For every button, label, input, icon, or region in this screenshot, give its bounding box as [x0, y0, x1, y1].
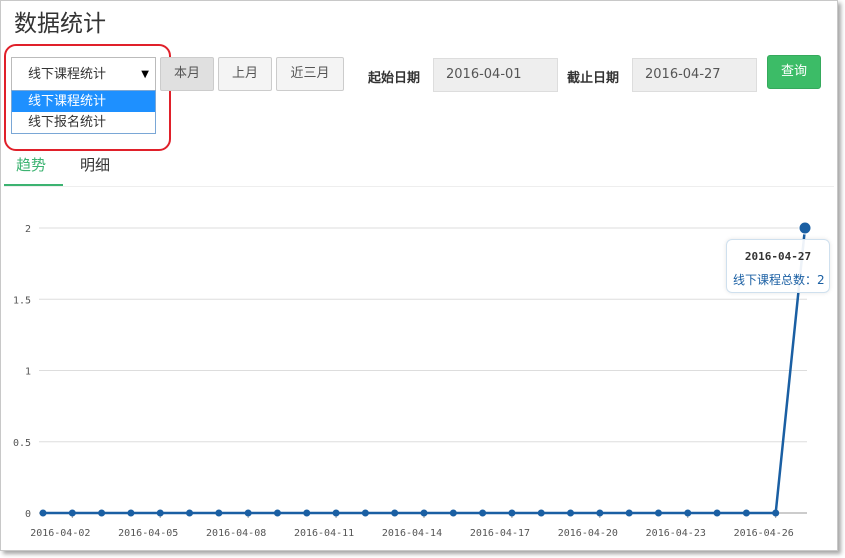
tooltip-date: 2016-04-27	[744, 250, 812, 263]
stats-window: 数据统计 线下课程统计 ▼ 线下课程统计 线下报名统计 本月 上月 近三月 起始…	[0, 0, 838, 551]
y-tick-label: 2	[25, 224, 31, 235]
x-tick-label: 2016-04-11	[294, 528, 354, 539]
x-tick-label: 2016-04-23	[646, 528, 706, 539]
data-point	[567, 509, 575, 517]
x-tick-label: 2016-04-20	[558, 528, 618, 539]
data-point	[273, 509, 281, 517]
data-point	[420, 509, 428, 517]
data-point	[127, 509, 135, 517]
trend-chart: 0 0.5 1 1.5 2 2016-04-02 2016-04-05 2016-04-08 2…	[13, 221, 812, 539]
data-point	[596, 509, 604, 517]
tooltip-value: 线下课程总数：2	[733, 273, 825, 287]
data-point	[332, 509, 340, 517]
chart-tooltip: 2016-04-27 线下课程总数：2	[726, 239, 830, 293]
data-point	[186, 509, 194, 517]
data-point	[742, 509, 750, 517]
data-point	[98, 509, 106, 517]
data-point	[156, 509, 164, 517]
data-point	[449, 509, 457, 517]
data-point	[361, 509, 369, 517]
data-point	[625, 509, 633, 517]
data-point	[654, 509, 662, 517]
x-tick-label: 2016-04-26	[734, 528, 794, 539]
x-tick-label: 2016-04-05	[118, 528, 178, 539]
data-point	[215, 509, 223, 517]
x-tick-label: 2016-04-08	[206, 528, 266, 539]
y-tick-label: 0	[25, 509, 31, 520]
x-tick-label: 2016-04-02	[30, 528, 90, 539]
data-point	[244, 509, 252, 517]
tooltip-number: 2	[817, 273, 825, 287]
data-point	[772, 509, 780, 517]
data-point	[537, 509, 545, 517]
y-tick-label: 1	[25, 367, 31, 378]
x-tick-label: 2016-04-14	[382, 528, 442, 539]
data-point	[684, 509, 692, 517]
data-point	[713, 509, 721, 517]
data-point	[798, 221, 812, 235]
data-point	[68, 509, 76, 517]
data-point	[391, 509, 399, 517]
y-tick-label: 1.5	[13, 295, 31, 306]
y-tick-label: 0.5	[13, 438, 31, 449]
tooltip-series-label: 线下课程总数	[733, 273, 806, 287]
data-point	[303, 509, 311, 517]
data-point	[479, 509, 487, 517]
data-point	[39, 509, 47, 517]
data-point	[508, 509, 516, 517]
x-tick-label: 2016-04-17	[470, 528, 530, 539]
